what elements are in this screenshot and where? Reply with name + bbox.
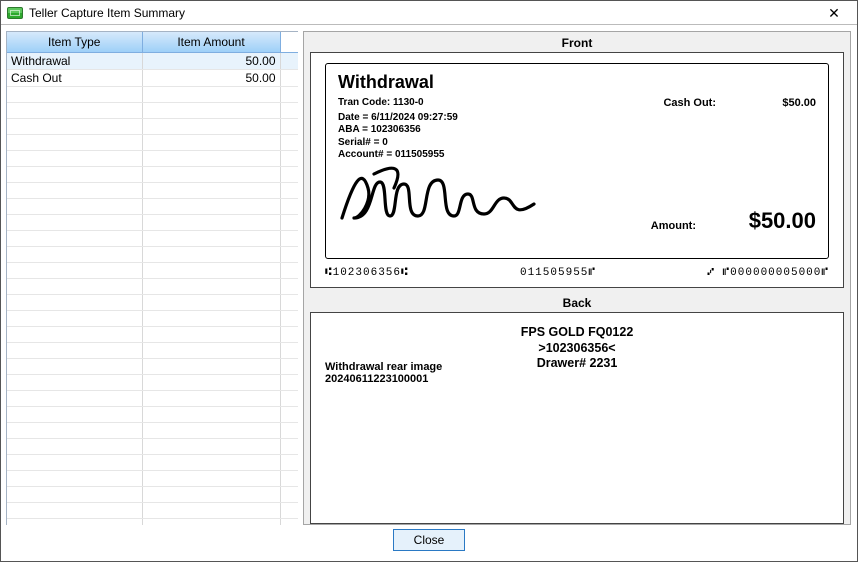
- table-row[interactable]: [7, 455, 298, 471]
- table-row[interactable]: [7, 87, 298, 103]
- table-row[interactable]: [7, 487, 298, 503]
- micr-account: 011505955⑈: [520, 267, 596, 279]
- table-row[interactable]: [7, 327, 298, 343]
- back-image: FPS GOLD FQ0122>102306356<Drawer# 2231 W…: [310, 312, 844, 524]
- table-row[interactable]: [7, 295, 298, 311]
- cell-item-type: Withdrawal: [7, 53, 142, 70]
- app-icon: [7, 7, 23, 19]
- table-row[interactable]: [7, 279, 298, 295]
- tran-code: Tran Code: 1130-0: [338, 97, 538, 110]
- table-row[interactable]: [7, 439, 298, 455]
- cash-out-label: Cash Out:: [663, 97, 716, 110]
- table-row[interactable]: [7, 135, 298, 151]
- front-section-title: Front: [310, 36, 844, 50]
- cell-item-amount: 50.00: [142, 53, 280, 70]
- front-image: Withdrawal Tran Code: 1130-0 Cash Out: $…: [310, 52, 844, 288]
- back-left-text: Withdrawal rear image20240611223100001: [325, 361, 442, 385]
- table-row[interactable]: [7, 391, 298, 407]
- grid-header-row: Item Type Item Amount: [7, 32, 298, 53]
- items-grid[interactable]: Item Type Item Amount Withdrawal50.00Cas…: [6, 31, 298, 525]
- table-row[interactable]: [7, 519, 298, 526]
- table-row[interactable]: [7, 471, 298, 487]
- titlebar: Teller Capture Item Summary ✕: [1, 1, 857, 25]
- col-header-item-amount[interactable]: Item Amount: [142, 32, 280, 53]
- table-row[interactable]: [7, 167, 298, 183]
- table-row[interactable]: [7, 231, 298, 247]
- table-row[interactable]: [7, 407, 298, 423]
- table-row[interactable]: [7, 103, 298, 119]
- window-close-button[interactable]: ✕: [819, 1, 849, 25]
- table-row[interactable]: [7, 183, 298, 199]
- micr-routing: ⑆102306356⑆: [325, 267, 409, 279]
- front-heading: Withdrawal: [338, 72, 816, 93]
- back-section-title: Back: [310, 296, 844, 310]
- cell-item-amount: 50.00: [142, 70, 280, 87]
- table-row[interactable]: [7, 199, 298, 215]
- table-row[interactable]: [7, 247, 298, 263]
- table-row[interactable]: Withdrawal50.00: [7, 53, 298, 70]
- amount-label: Amount:: [651, 220, 696, 232]
- table-row[interactable]: [7, 503, 298, 519]
- table-row[interactable]: [7, 151, 298, 167]
- micr-line: ⑆102306356⑆ 011505955⑈ ⑇ ⑈000000005000⑈: [325, 267, 829, 279]
- preview-pane: Front Withdrawal Tran Code: 1130-0 Cash …: [303, 31, 851, 525]
- table-row[interactable]: [7, 263, 298, 279]
- table-row[interactable]: [7, 343, 298, 359]
- table-row[interactable]: [7, 311, 298, 327]
- table-row[interactable]: [7, 215, 298, 231]
- table-row[interactable]: [7, 359, 298, 375]
- window-title: Teller Capture Item Summary: [29, 1, 819, 25]
- table-row[interactable]: Cash Out50.00: [7, 70, 298, 87]
- close-button[interactable]: Close: [393, 529, 465, 551]
- micr-amount: ⑇ ⑈000000005000⑈: [707, 267, 829, 279]
- amount-value: $50.00: [749, 208, 816, 234]
- col-header-spacer: [280, 32, 298, 53]
- cash-out-value: $50.00: [716, 97, 816, 110]
- front-detail-lines: Date = 6/11/2024 09:27:59ABA = 102306356…: [338, 112, 816, 162]
- col-header-item-type[interactable]: Item Type: [7, 32, 142, 53]
- table-row[interactable]: [7, 119, 298, 135]
- table-row[interactable]: [7, 375, 298, 391]
- table-row[interactable]: [7, 423, 298, 439]
- cell-item-type: Cash Out: [7, 70, 142, 87]
